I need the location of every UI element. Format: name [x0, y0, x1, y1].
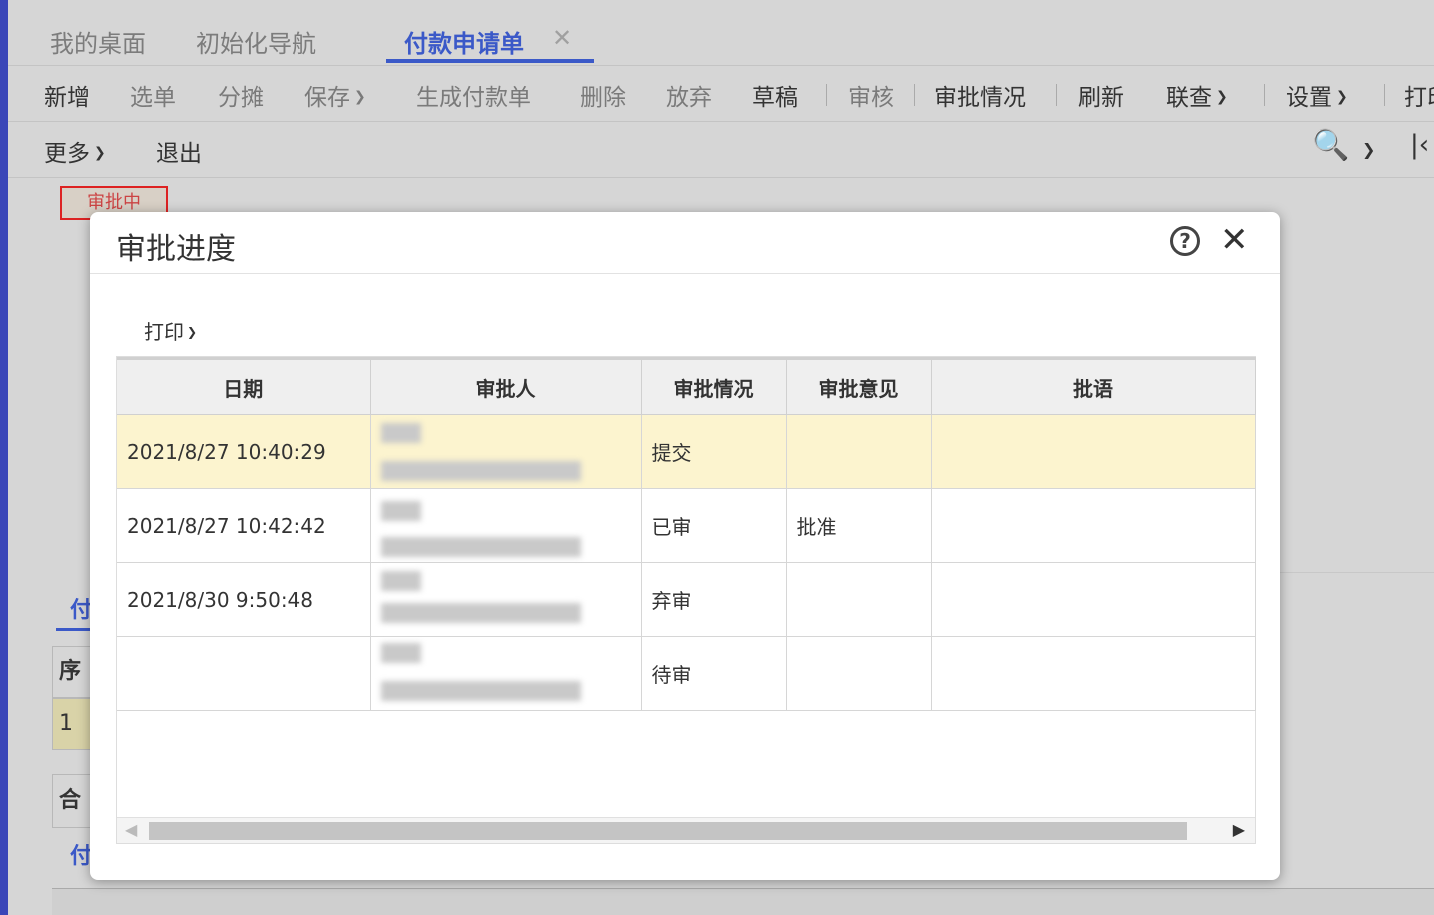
save-button[interactable]: 保存 ❯ [304, 78, 366, 112]
horizontal-scrollbar[interactable]: ◀ ▶ [117, 817, 1255, 843]
generate-payment-button[interactable]: 生成付款单 [416, 78, 531, 112]
tab-bar: 我的桌面 初始化导航 付款申请单 ✕ [8, 0, 1434, 66]
tab-payment-request[interactable]: 付款申请单 [404, 24, 524, 59]
toolbar-divider [1264, 84, 1265, 106]
active-tab-indicator [386, 59, 594, 63]
settings-button[interactable]: 设置 ❯ [1286, 78, 1348, 112]
first-record-icon[interactable]: |‹ [1410, 130, 1429, 160]
save-label: 保存 [304, 85, 350, 111]
tab-close-icon[interactable]: ✕ [552, 24, 572, 52]
more-label: 更多 [44, 141, 90, 167]
scrollbar-thumb[interactable] [149, 822, 1187, 840]
close-icon[interactable]: ✕ [1220, 220, 1249, 260]
linked-query-button[interactable]: 联查 ❯ [1166, 78, 1228, 112]
toolbar-primary: 新增 选单 分摊 保存 ❯ 生成付款单 删除 放弃 草稿 审核 审批情况 刷新 联… [8, 66, 1434, 122]
print-toolbar-button[interactable]: 打印 [1404, 78, 1434, 112]
column-header-date[interactable]: 日期 [117, 357, 371, 415]
discard-button[interactable]: 放弃 [666, 78, 712, 112]
linked-query-label: 联查 [1166, 85, 1212, 111]
cell-approver-redacted [370, 636, 642, 711]
scroll-right-icon[interactable]: ▶ [1233, 820, 1245, 839]
cell-opinion [786, 414, 932, 489]
cell-comment [931, 414, 1256, 489]
approval-status-button[interactable]: 审批情况 [934, 78, 1026, 112]
refresh-button[interactable]: 刷新 [1078, 78, 1124, 112]
cell-status: 待审 [641, 636, 787, 711]
cell-comment [931, 488, 1256, 563]
exit-button[interactable]: 退出 [156, 134, 202, 168]
chevron-down-icon: ❯ [1216, 89, 1228, 105]
toolbar-divider [914, 84, 915, 106]
print-label: 打印 [144, 320, 184, 344]
cell-date: 2021/8/30 9:50:48 [117, 562, 371, 637]
print-dropdown-button[interactable]: 打印 ❯ [144, 316, 197, 345]
cell-approver-redacted [370, 414, 642, 489]
preview-icon[interactable]: 🔍 [1312, 128, 1349, 163]
table-row[interactable]: 待审 [117, 636, 1256, 711]
cell-opinion [786, 636, 932, 711]
column-header-opinion[interactable]: 审批意见 [786, 357, 932, 415]
table-header-row: 日期 审批人 审批情况 审批意见 批语 [117, 357, 1256, 415]
column-header-comment[interactable]: 批语 [931, 357, 1256, 415]
select-button[interactable]: 选单 [130, 78, 176, 112]
approval-table: 日期 审批人 审批情况 审批意见 批语 2021/8/27 10:40:29 提… [116, 356, 1256, 844]
tab-my-desktop[interactable]: 我的桌面 [50, 24, 146, 59]
add-button[interactable]: 新增 [44, 78, 90, 112]
cell-approver-redacted [370, 562, 642, 637]
column-header-approver[interactable]: 审批人 [370, 357, 642, 415]
more-button[interactable]: 更多 ❯ [44, 134, 106, 168]
left-edge-strip [0, 0, 8, 915]
chevron-down-icon: ❯ [1336, 89, 1348, 105]
approval-progress-dialog: 审批进度 ? ✕ 打印 ❯ 日期 审批人 审批情况 审批意见 批语 2021/8/… [90, 212, 1280, 880]
delete-button[interactable]: 删除 [580, 78, 626, 112]
cell-comment [931, 562, 1256, 637]
review-button[interactable]: 审核 [848, 78, 894, 112]
dialog-header: 审批进度 ? ✕ [90, 212, 1280, 274]
toolbar-divider [1056, 84, 1057, 106]
background-subtab-indicator [56, 628, 90, 631]
background-table-header [52, 888, 1434, 915]
scroll-left-icon[interactable]: ◀ [125, 820, 137, 839]
cell-date [117, 636, 371, 711]
table-row[interactable]: 2021/8/30 9:50:48 弃审 [117, 562, 1256, 637]
toolbar-divider [1384, 84, 1385, 106]
background-divider [1278, 572, 1434, 573]
help-icon[interactable]: ? [1170, 226, 1200, 256]
cell-comment [931, 636, 1256, 711]
column-header-status[interactable]: 审批情况 [641, 357, 787, 415]
table-row[interactable]: 2021/8/27 10:40:29 提交 [117, 414, 1256, 489]
cell-opinion [786, 562, 932, 637]
cell-opinion: 批准 [786, 488, 932, 563]
tab-init-nav[interactable]: 初始化导航 [196, 24, 316, 59]
background-subtab[interactable]: 付 [70, 592, 92, 624]
cell-date: 2021/8/27 10:42:42 [117, 488, 371, 563]
cell-approver-redacted [370, 488, 642, 563]
toolbar-secondary: 更多 ❯ 退出 🔍 ❯ |‹ [8, 122, 1434, 178]
table-row[interactable]: 2021/8/27 10:42:42 已审 批准 [117, 488, 1256, 563]
chevron-down-icon: ❯ [354, 89, 366, 105]
allocate-button[interactable]: 分摊 [218, 78, 264, 112]
chevron-down-icon[interactable]: ❯ [1362, 140, 1375, 159]
toolbar-divider [826, 84, 827, 106]
cell-status: 提交 [641, 414, 787, 489]
draft-button[interactable]: 草稿 [752, 78, 798, 112]
cell-status: 已审 [641, 488, 787, 563]
chevron-down-icon: ❯ [187, 325, 198, 339]
dialog-title: 审批进度 [116, 232, 236, 267]
cell-date: 2021/8/27 10:40:29 [117, 414, 371, 489]
settings-label: 设置 [1286, 85, 1332, 111]
chevron-down-icon: ❯ [94, 145, 106, 161]
cell-status: 弃审 [641, 562, 787, 637]
background-subtab[interactable]: 付 [70, 838, 92, 870]
